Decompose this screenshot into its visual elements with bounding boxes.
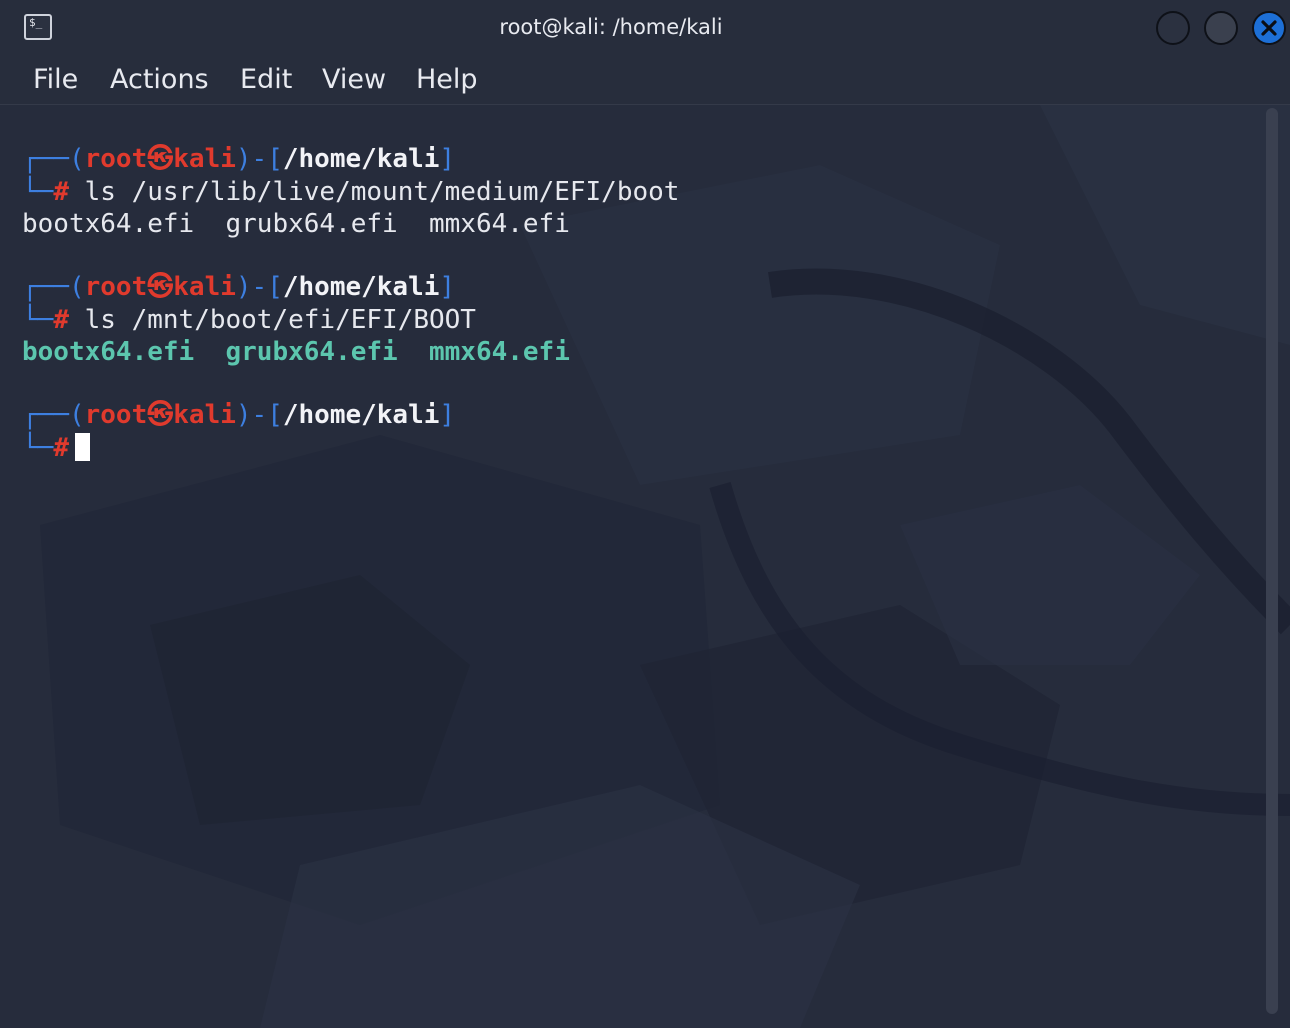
menu-view[interactable]: View	[322, 62, 386, 98]
maximize-button[interactable]	[1204, 11, 1238, 45]
prompt-hash: #	[53, 177, 69, 207]
command-text: ls /mnt/boot/efi/EFI/BOOT	[84, 305, 476, 335]
prompt-line: ┌──(root㉿kali)-[/home/kali]	[22, 143, 455, 175]
menu-help[interactable]: Help	[416, 62, 478, 98]
prompt-corner-top: ┌──(	[22, 272, 85, 302]
prompt-line: ┌──(root㉿kali)-[/home/kali]	[22, 271, 455, 303]
prompt-separator-close: ]	[439, 144, 456, 174]
prompt-host: kali	[173, 400, 236, 430]
prompt-separator-close: ]	[439, 400, 456, 430]
prompt-corner-bottom: └─	[22, 433, 54, 463]
prompt-host: kali	[173, 144, 236, 174]
prompt-cwd: /home/kali	[282, 400, 440, 430]
prompt-hash: #	[53, 433, 69, 463]
close-icon	[1261, 20, 1277, 36]
prompt-hash: #	[53, 305, 69, 335]
close-button[interactable]	[1252, 11, 1286, 45]
command-output: bootx64.efi grubx64.efi mmx64.efi	[22, 209, 570, 239]
prompt-separator-close: ]	[439, 272, 456, 302]
menu-edit[interactable]: Edit	[240, 62, 292, 98]
prompt-corner-bottom: └─	[22, 305, 54, 335]
prompt-corner-top: ┌──(	[22, 400, 85, 430]
scrollbar[interactable]	[1266, 108, 1278, 1014]
prompt-line: ┌──(root㉿kali)-[/home/kali]	[22, 399, 455, 431]
minimize-button[interactable]	[1156, 11, 1190, 45]
text-cursor	[74, 433, 90, 461]
prompt-cwd: /home/kali	[282, 144, 440, 174]
wallpaper-background	[0, 105, 1290, 1028]
command-line: └─# ls /usr/lib/live/mount/medium/EFI/bo…	[22, 176, 679, 208]
prompt-host: kali	[173, 272, 236, 302]
prompt-user: root	[84, 400, 148, 430]
command-output: bootx64.efi grubx64.efi mmx64.efi	[22, 337, 570, 367]
kali-skull-icon: ㉿	[147, 400, 174, 430]
prompt-user: root	[84, 144, 148, 174]
command-line[interactable]: └─#	[22, 432, 90, 464]
prompt-corner-top: ┌──(	[22, 144, 85, 174]
prompt-user: root	[84, 272, 148, 302]
menu-bar: File Actions Edit View Help	[0, 56, 1290, 105]
kali-skull-icon: ㉿	[147, 272, 174, 302]
terminal-window: $_ root@kali: /home/kali File Actions Ed…	[0, 0, 1290, 1028]
command-text: ls /usr/lib/live/mount/medium/EFI/boot	[84, 177, 680, 207]
window-title: root@kali: /home/kali	[499, 15, 723, 39]
terminal-output-area[interactable]: ┌──(root㉿kali)-[/home/kali] └─# ls /usr/…	[0, 105, 1290, 1028]
prompt-separator: )-[	[235, 400, 283, 430]
prompt-cwd: /home/kali	[282, 272, 440, 302]
kali-skull-icon: ㉿	[147, 144, 174, 174]
prompt-corner-bottom: └─	[22, 177, 54, 207]
prompt-separator: )-[	[235, 272, 283, 302]
prompt-separator: )-[	[235, 144, 283, 174]
title-bar: $_ root@kali: /home/kali	[0, 0, 1290, 56]
menu-file[interactable]: File	[33, 62, 78, 98]
menu-actions[interactable]: Actions	[110, 62, 209, 98]
command-line: └─# ls /mnt/boot/efi/EFI/BOOT	[22, 304, 476, 336]
